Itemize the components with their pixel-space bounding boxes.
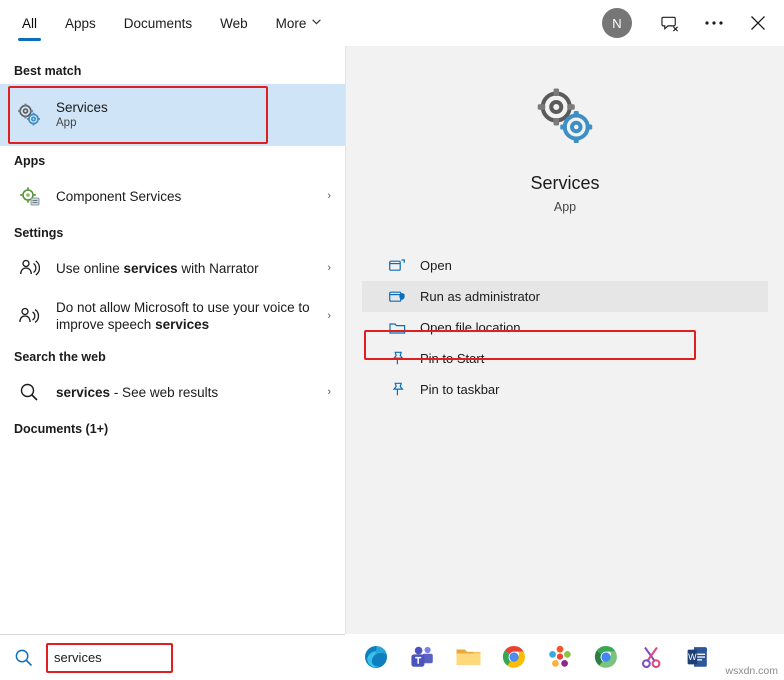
app-detail-pane: Services App Open Run as administrator O…: [345, 46, 784, 634]
speech-setting-text: Do not allow Microsoft to use your voice…: [56, 299, 315, 333]
action-open-file-location[interactable]: Open file location: [362, 312, 768, 343]
component-services-icon: [14, 181, 44, 211]
pin-icon: [388, 381, 406, 399]
result-speech-services[interactable]: Do not allow Microsoft to use your voice…: [0, 290, 345, 342]
taskbar-app-buttons: W: [353, 634, 721, 680]
web-search-title-post: - See web results: [110, 384, 219, 400]
narrator-title-pre: Use online: [56, 260, 124, 276]
action-pin-to-taskbar[interactable]: Pin to taskbar: [362, 374, 768, 405]
result-component-services[interactable]: Component Services ›: [0, 174, 345, 218]
snip-sketch-icon[interactable]: [629, 634, 675, 680]
speech-setting-title: Do not allow Microsoft to use your voice…: [56, 299, 315, 333]
narrator-title-bold: services: [123, 260, 178, 276]
search-results-pane: Best match Services App Apps Component S…: [0, 46, 345, 634]
tab-documents-label: Documents: [123, 15, 193, 31]
best-match-text: Services App: [56, 99, 108, 131]
web-search-icon: [14, 377, 44, 407]
chrome-beta-icon[interactable]: [583, 634, 629, 680]
windows-search-flyout: All Apps Documents Web More N Best match…: [0, 0, 784, 680]
search-input[interactable]: services: [46, 642, 173, 673]
web-search-title: services - See web results: [56, 384, 218, 401]
section-heading-best-match: Best match: [14, 64, 82, 78]
action-open[interactable]: Open: [362, 250, 768, 281]
narrator-title-post: with Narrator: [177, 260, 259, 276]
action-pin-to-start-label: Pin to Start: [420, 351, 485, 366]
action-open-file-location-label: Open file location: [420, 320, 521, 335]
result-best-match-services[interactable]: Services App: [0, 84, 345, 146]
taskbar: services W wsxdn.com: [0, 634, 784, 680]
action-pin-to-start[interactable]: Pin to Start: [362, 343, 768, 374]
tab-more[interactable]: More: [262, 0, 336, 46]
component-services-title: Component Services: [56, 188, 182, 204]
narrator-setting-title: Use online services with Narrator: [56, 260, 259, 277]
chevron-down-icon: [312, 19, 322, 27]
services-gears-icon: [14, 100, 44, 130]
action-pin-to-taskbar-label: Pin to taskbar: [420, 382, 500, 397]
section-heading-apps: Apps: [14, 154, 46, 168]
tab-documents[interactable]: Documents: [110, 0, 206, 46]
taskbar-search-box[interactable]: services: [0, 634, 345, 680]
section-heading-settings: Settings: [14, 226, 64, 240]
avatar[interactable]: N: [602, 8, 632, 38]
detail-actions-list: Open Run as administrator Open file loca…: [346, 250, 784, 405]
component-services-text: Component Services: [56, 188, 181, 205]
detail-header: Services App: [346, 46, 784, 214]
action-run-as-administrator[interactable]: Run as administrator: [362, 281, 768, 312]
run-as-admin-icon: [388, 288, 406, 306]
section-heading-search-the-web: Search the web: [14, 350, 106, 364]
apps-colorful-icon[interactable]: [537, 634, 583, 680]
tab-web-label: Web: [220, 15, 248, 31]
best-match-title: Services: [56, 100, 108, 115]
result-web-search-services[interactable]: services - See web results ›: [0, 370, 345, 414]
speech-icon: [14, 301, 44, 331]
narrator-icon: [14, 253, 44, 283]
file-explorer-icon[interactable]: [445, 634, 491, 680]
speech-title-bold: services: [155, 317, 210, 332]
feedback-icon[interactable]: [648, 0, 692, 46]
open-window-icon: [388, 257, 406, 275]
web-search-text: services - See web results: [56, 384, 218, 401]
search-filter-tabs: All Apps Documents Web More: [0, 0, 335, 46]
tab-all-label: All: [22, 15, 38, 31]
best-match-wrapper: Services App: [0, 84, 345, 146]
word-icon[interactable]: W: [675, 634, 721, 680]
action-run-as-administrator-label: Run as administrator: [420, 289, 540, 304]
search-input-value: services: [54, 650, 102, 665]
section-heading-documents: Documents (1+): [14, 422, 109, 436]
ellipsis-icon[interactable]: [692, 0, 736, 46]
chevron-right-icon[interactable]: ›: [327, 386, 331, 398]
avatar-initial: N: [612, 15, 622, 31]
search-top-bar: All Apps Documents Web More N: [0, 0, 784, 46]
web-search-title-bold: services: [56, 384, 111, 400]
chevron-right-icon[interactable]: ›: [327, 262, 331, 274]
edge-icon[interactable]: [353, 634, 399, 680]
detail-app-subtitle: App: [553, 200, 577, 214]
action-open-label: Open: [420, 258, 452, 273]
folder-icon: [388, 319, 406, 337]
chevron-right-icon[interactable]: ›: [327, 190, 331, 202]
tab-apps[interactable]: Apps: [51, 0, 110, 46]
chrome-icon[interactable]: [491, 634, 537, 680]
watermark: wsxdn.com: [725, 665, 778, 677]
chevron-right-icon[interactable]: ›: [327, 310, 331, 322]
teams-icon[interactable]: [399, 634, 445, 680]
pin-icon: [388, 350, 406, 368]
tab-web[interactable]: Web: [206, 0, 262, 46]
search-icon: [0, 635, 46, 680]
tab-apps-label: Apps: [65, 15, 96, 31]
close-icon[interactable]: [736, 0, 780, 46]
detail-app-title: Services: [530, 173, 600, 193]
result-narrator-online-services[interactable]: Use online services with Narrator ›: [0, 246, 345, 290]
top-bar-right-cluster: N: [602, 0, 784, 46]
tab-more-label: More: [275, 15, 307, 31]
best-match-subtitle: App: [56, 117, 77, 129]
services-gears-icon: [530, 82, 600, 157]
tab-all[interactable]: All: [8, 0, 51, 46]
svg-text:W: W: [688, 652, 697, 662]
narrator-setting-text: Use online services with Narrator: [56, 260, 259, 277]
